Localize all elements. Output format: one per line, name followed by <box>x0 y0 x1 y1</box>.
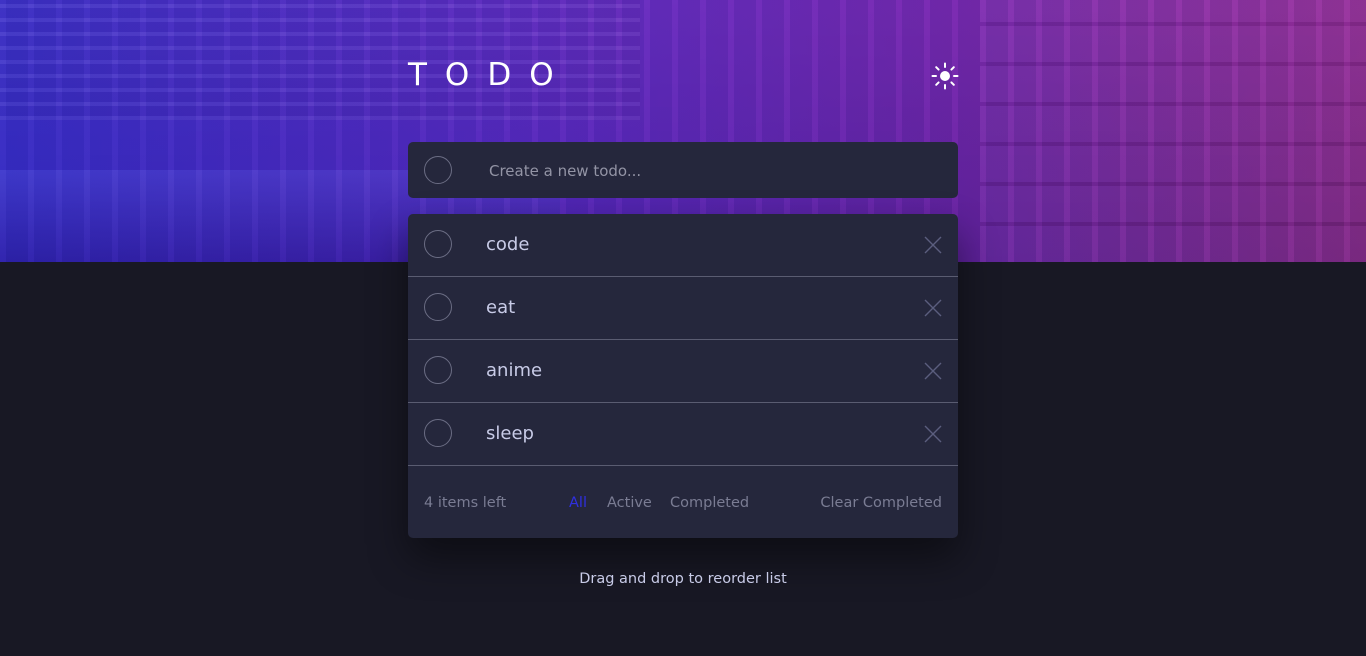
todo-check-circle[interactable] <box>424 419 452 447</box>
theme-toggle-button[interactable] <box>930 61 960 91</box>
new-todo-bar <box>408 142 958 198</box>
delete-icon[interactable] <box>924 425 942 443</box>
todo-item[interactable]: code <box>408 214 958 277</box>
todo-label: eat <box>486 297 516 318</box>
delete-icon[interactable] <box>924 362 942 380</box>
items-left-count: 4 items left <box>424 495 507 511</box>
todo-item[interactable]: anime <box>408 340 958 403</box>
filter-all-button[interactable]: All <box>569 493 587 513</box>
drag-drop-hint: Drag and drop to reorder list <box>579 571 787 587</box>
app-title: TODO <box>408 57 572 93</box>
todo-item[interactable]: sleep <box>408 403 958 466</box>
todo-check-circle[interactable] <box>424 293 452 321</box>
delete-icon[interactable] <box>924 299 942 317</box>
new-todo-input[interactable] <box>487 156 931 186</box>
todo-check-circle[interactable] <box>424 230 452 258</box>
todo-check-circle[interactable] <box>424 356 452 384</box>
todo-label: anime <box>486 360 543 381</box>
todo-label: sleep <box>486 423 534 444</box>
todo-label: code <box>486 234 530 255</box>
filter-active-button[interactable]: Active <box>607 493 652 513</box>
filter-completed-button[interactable]: Completed <box>670 493 749 513</box>
list-footer: 4 items left All Active Completed Clear … <box>408 466 958 538</box>
clear-completed-button[interactable]: Clear Completed <box>820 493 942 513</box>
todo-list: code eat anime sleep 4 items left All Ac… <box>408 214 958 538</box>
todo-item[interactable]: eat <box>408 277 958 340</box>
delete-icon[interactable] <box>924 236 942 254</box>
new-todo-check-circle[interactable] <box>424 156 452 184</box>
sun-icon <box>931 62 959 90</box>
